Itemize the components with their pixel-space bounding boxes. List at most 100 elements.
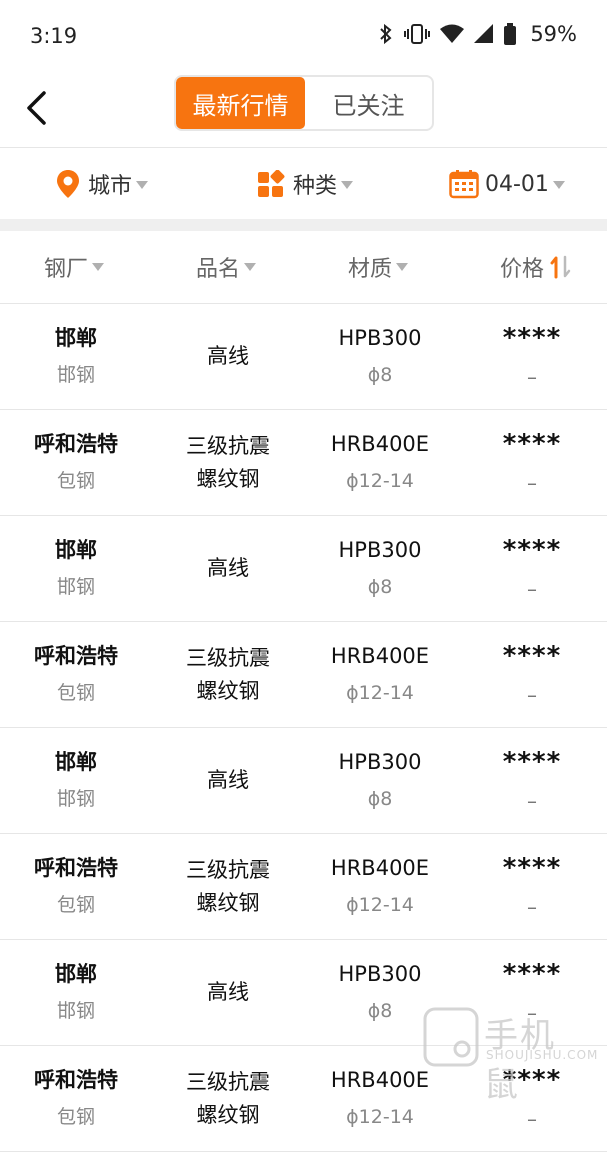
- chevron-down-icon: [92, 263, 105, 271]
- cell-name: 三级抗震 螺纹钢: [152, 622, 304, 727]
- row-spec: ϕ8: [367, 787, 393, 810]
- tab-latest-quotes[interactable]: 最新行情: [176, 77, 305, 129]
- table-row[interactable]: 呼和浩特 包钢 三级抗震 螺纹钢 HRB400E ϕ12-14 **** –: [0, 834, 607, 940]
- vibrate-icon: [404, 24, 431, 44]
- column-price-label: 价格: [500, 257, 545, 282]
- row-material: HRB400E: [330, 1067, 430, 1092]
- bluetooth-icon: [380, 23, 392, 45]
- row-name: 高线: [207, 344, 249, 368]
- signal-icon: [474, 24, 494, 43]
- chevron-down-icon: [244, 263, 257, 271]
- row-city: 邯郸: [55, 749, 97, 774]
- cell-mill: 邯郸 邯钢: [0, 940, 152, 1045]
- row-change: –: [527, 788, 537, 813]
- row-change: –: [527, 682, 537, 707]
- status-bar: 3:19 59%: [0, 0, 607, 72]
- row-price: ****: [502, 746, 562, 777]
- date-filter[interactable]: 04-01: [449, 148, 565, 220]
- row-material: HPB300: [338, 749, 422, 774]
- row-name-line1: 三级抗震: [186, 433, 270, 458]
- cell-mill: 呼和浩特 包钢: [0, 622, 152, 727]
- row-material: HPB300: [338, 961, 422, 986]
- cell-name: 高线: [152, 304, 304, 409]
- column-name-label: 品名: [196, 257, 241, 282]
- cell-price: **** –: [456, 728, 607, 833]
- row-mill: 邯钢: [56, 787, 95, 810]
- status-icons: 59%: [378, 22, 577, 46]
- table-row[interactable]: 邯郸 邯钢 高线 HPB300 ϕ8 **** –: [0, 304, 607, 410]
- table-row[interactable]: 呼和浩特 包钢 三级抗震 螺纹钢 HRB400E ϕ12-14 **** –: [0, 622, 607, 728]
- cell-price: **** –: [456, 304, 607, 409]
- row-name-line2: 螺纹钢: [196, 890, 260, 915]
- row-change: –: [527, 576, 537, 601]
- cell-price: **** –: [456, 516, 607, 621]
- row-material: HPB300: [338, 537, 422, 562]
- row-material: HRB400E: [330, 855, 430, 880]
- row-name-line2: 螺纹钢: [196, 1102, 260, 1127]
- table-row[interactable]: 邯郸 邯钢 高线 HPB300 ϕ8 **** –: [0, 728, 607, 834]
- date-filter-label: 04-01: [485, 171, 549, 197]
- row-mill: 邯钢: [56, 575, 95, 598]
- filter-bar: 城市 种类 04-01: [0, 148, 607, 220]
- row-name-line1: 三级抗震: [186, 857, 270, 882]
- row-price: ****: [502, 640, 562, 671]
- row-name-line1: 三级抗震: [186, 645, 270, 670]
- cell-price: **** –: [456, 622, 607, 727]
- row-city: 邯郸: [55, 325, 97, 350]
- row-spec: ϕ12-14: [346, 681, 414, 704]
- top-header: 最新行情 已关注: [0, 72, 607, 148]
- column-material[interactable]: 材质: [348, 231, 409, 303]
- row-change: –: [527, 470, 537, 495]
- row-material: HRB400E: [330, 431, 430, 456]
- table-row[interactable]: 邯郸 邯钢 高线 HPB300 ϕ8 **** –: [0, 516, 607, 622]
- row-mill: 包钢: [56, 1105, 95, 1128]
- row-change: –: [527, 364, 537, 389]
- cell-mill: 呼和浩特 包钢: [0, 834, 152, 939]
- section-divider: [0, 219, 607, 231]
- sort-icon: [550, 255, 571, 279]
- watermark-logo: 手机鼠 SHOUJISHU.COM: [420, 1002, 597, 1105]
- column-price[interactable]: 价格: [500, 231, 572, 303]
- row-spec: ϕ12-14: [346, 469, 414, 492]
- row-price: ****: [502, 322, 562, 353]
- cell-mill: 呼和浩特 包钢: [0, 1046, 152, 1151]
- cell-name: 高线: [152, 940, 304, 1045]
- row-price: ****: [502, 428, 562, 459]
- watermark-subtext: SHOUJISHU.COM: [486, 1048, 599, 1062]
- table-row[interactable]: 呼和浩特 包钢 三级抗震 螺纹钢 HRB400E ϕ12-14 **** –: [0, 410, 607, 516]
- city-filter[interactable]: 城市: [56, 148, 149, 220]
- calendar-icon: [449, 170, 479, 199]
- cell-name: 高线: [152, 728, 304, 833]
- cell-name: 三级抗震 螺纹钢: [152, 1046, 304, 1151]
- category-grid-icon: [258, 170, 285, 197]
- row-city: 邯郸: [55, 961, 97, 986]
- column-mill-label: 钢厂: [44, 257, 89, 282]
- cell-material: HPB300 ϕ8: [304, 728, 456, 833]
- battery-icon: [504, 23, 517, 45]
- row-mill: 邯钢: [56, 999, 95, 1022]
- column-name[interactable]: 品名: [196, 231, 257, 303]
- category-filter[interactable]: 种类: [257, 148, 354, 220]
- back-button[interactable]: [14, 86, 58, 130]
- row-city: 呼和浩特: [34, 643, 118, 668]
- row-price: ****: [502, 852, 562, 883]
- cell-name: 三级抗震 螺纹钢: [152, 834, 304, 939]
- row-name-line2: 螺纹钢: [196, 466, 260, 491]
- cell-material: HPB300 ϕ8: [304, 516, 456, 621]
- battery-percent: 59%: [530, 22, 577, 46]
- cell-material: HRB400E ϕ12-14: [304, 834, 456, 939]
- cell-mill: 邯郸 邯钢: [0, 516, 152, 621]
- row-material: HRB400E: [330, 643, 430, 668]
- cell-mill: 邯郸 邯钢: [0, 304, 152, 409]
- cell-mill: 邯郸 邯钢: [0, 728, 152, 833]
- cell-price: **** –: [456, 410, 607, 515]
- column-material-label: 材质: [348, 257, 393, 282]
- column-mill[interactable]: 钢厂: [44, 231, 105, 303]
- row-price: ****: [502, 958, 562, 989]
- category-filter-label: 种类: [293, 174, 338, 199]
- tab-followed[interactable]: 已关注: [305, 77, 432, 129]
- row-city: 呼和浩特: [34, 855, 118, 880]
- segmented-tabs: 最新行情 已关注: [174, 75, 434, 131]
- row-spec: ϕ8: [367, 575, 393, 598]
- chevron-down-icon: [136, 181, 149, 189]
